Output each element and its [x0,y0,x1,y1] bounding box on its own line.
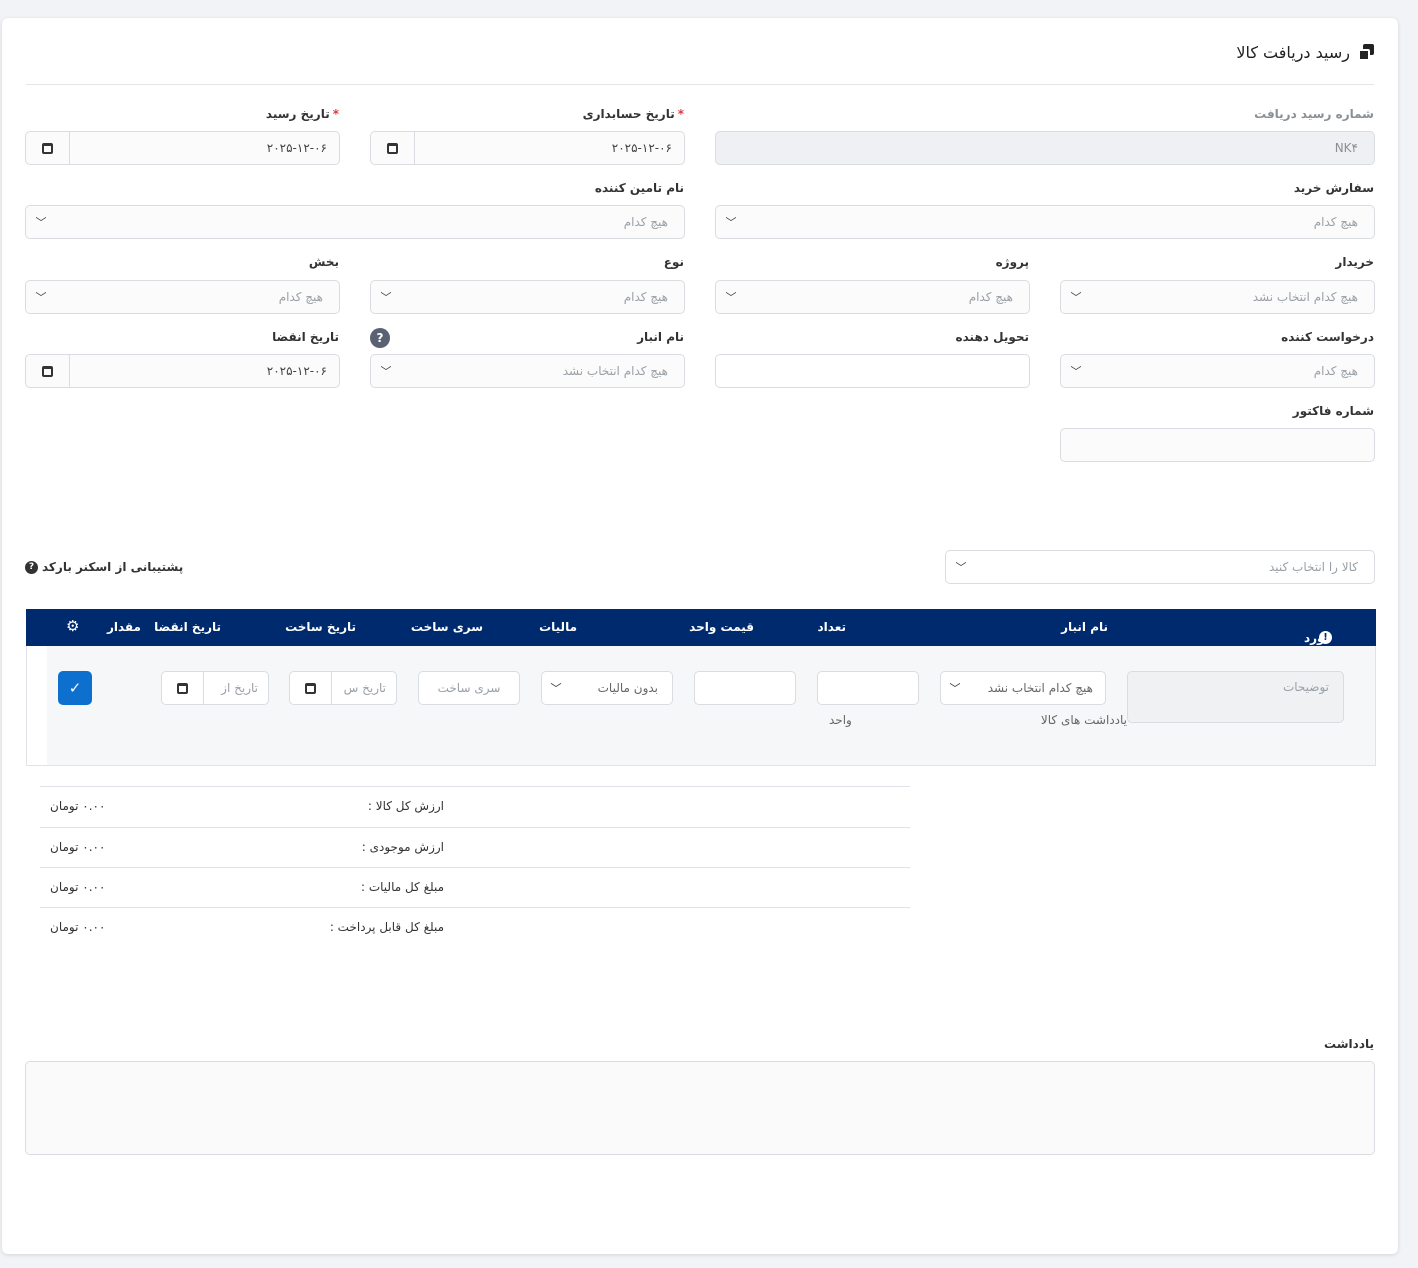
notes-label: یادداشت [1324,1037,1374,1051]
requester-select[interactable]: هیچ کدام ﹀ [1060,354,1375,388]
expiry-date-label: تاریخ انقضا [272,330,339,344]
requester-label: درخواست کننده [1281,330,1374,344]
title-divider [26,84,1374,85]
receipt-number-label: شماره رسید دریافت [1254,107,1374,121]
chevron-down-icon: ﹀ [725,216,737,229]
barcode-label: پشتیبانی از اسکنر بارکد [42,560,184,574]
accounting-date-label: *تاریخ حسابداری [582,107,684,121]
calendar-icon [42,142,53,154]
col-mfg-date: تاریخ ساخت [285,620,356,634]
project-label: پروژه [995,255,1029,269]
expiry-date-input[interactable]: تاریخ از [161,671,269,705]
unit-price-input[interactable] [694,671,796,705]
items-table-body: توضیحات هیچ کدام انتخاب نشد ﹀ یادداشت ها… [26,646,1376,766]
type-label: نوع [663,255,684,269]
page-title-text: رسید دریافت کالا [1236,42,1350,62]
quantity-input[interactable] [817,671,919,705]
expiry-date-field[interactable]: ۲۰۲۵-۱۲-۰۶ [25,354,340,388]
warehouse-label: نام انبار [637,330,684,344]
warehouse-select[interactable]: هیچ کدام انتخاب نشد ﹀ [370,354,685,388]
item-select[interactable]: کالا را انتخاب کنید ﹀ [945,550,1375,584]
page-title: رسید دریافت کالا [1236,40,1374,64]
receipt-card: رسید دریافت کالا شماره رسید دریافت NK۴ *… [2,18,1398,1254]
calendar-icon [387,142,398,154]
unit-label: واحد [829,713,852,727]
col-tax: مالیات [539,620,577,634]
receipt-date-field[interactable]: ۲۰۲۵-۱۲-۰۶ [25,131,340,165]
col-unit-price: قیمت واحد [689,620,754,634]
department-select[interactable]: هیچ کدام ﹀ [25,280,340,314]
tax-select[interactable]: بدون مالیات ﹀ [541,671,673,705]
type-select[interactable]: هیچ کدام ﹀ [370,280,685,314]
calendar-button[interactable] [371,132,415,164]
receipt-number-field: NK۴ [715,131,1375,165]
help-icon[interactable]: ? [25,560,38,574]
col-batch: سری ساخت [410,620,483,634]
table-row: توضیحات هیچ کدام انتخاب نشد ﹀ یادداشت ها… [47,646,1375,765]
check-icon: ✓ [68,679,82,697]
calendar-button[interactable] [26,132,70,164]
calendar-icon [42,365,53,377]
chevron-down-icon: ﹀ [35,291,47,304]
supplier-select[interactable]: هیچ کدام ﹀ [25,205,685,239]
help-icon[interactable]: ? [370,328,390,348]
invoice-number-label: شماره فاکتور [1292,404,1374,418]
confirm-row-button[interactable]: ✓ [58,671,92,705]
chevron-down-icon: ﹀ [1070,291,1082,304]
col-amount: مقدار [106,620,141,634]
chevron-down-icon: ﹀ [725,291,737,304]
accounting-date-field[interactable]: ۲۰۲۵-۱۲-۰۶ [370,131,685,165]
chevron-down-icon: ﹀ [949,682,961,695]
calendar-button[interactable] [26,355,70,387]
chevron-down-icon: ﹀ [550,682,562,695]
batch-input[interactable]: سری ساخت [418,671,520,705]
receipt-date-label: *تاریخ رسید [265,107,339,121]
supplier-label: نام تامین کننده [594,181,684,195]
copy-icon [1358,44,1374,61]
calendar-button[interactable] [162,672,204,704]
project-select[interactable]: هیچ کدام ﹀ [715,280,1030,314]
item-notes-label: یادداشت های کالا [1040,713,1127,727]
buyer-label: خریدار [1335,255,1374,269]
items-table-header: ! مورد نام انبار تعداد قیمت واحد مالیات س… [26,609,1376,646]
chevron-down-icon: ﹀ [380,291,392,304]
chevron-down-icon: ﹀ [35,216,47,229]
calendar-button[interactable] [290,672,332,704]
calendar-icon [177,682,188,694]
calendar-icon [305,682,316,694]
barcode-support: ? پشتیبانی از اسکنر بارکد [25,560,183,574]
col-warehouse: نام انبار [1061,620,1108,634]
col-expiry: تاریخ انقضا [154,620,221,634]
purchase-order-label: سفارش خرید [1293,181,1374,195]
summary-row: مبلغ کل مالیات : ۰.۰۰ تومان [40,867,910,907]
department-label: بخش [308,255,339,269]
description-input[interactable]: توضیحات [1127,671,1344,723]
chevron-down-icon: ﹀ [380,365,392,378]
invoice-number-input[interactable] [1060,428,1375,462]
gear-icon[interactable]: ⚙ [66,617,79,635]
summary-row: ارزش موجودی : ۰.۰۰ تومان [40,827,910,867]
col-quantity: تعداد [817,620,846,634]
purchase-order-select[interactable]: هیچ کدام ﹀ [715,205,1375,239]
summary-row: مبلغ کل قابل پرداخت : ۰.۰۰ تومان [40,907,910,947]
deliverer-label: تحویل دهنده [955,330,1029,344]
notes-textarea[interactable] [25,1061,1375,1155]
mfg-date-input[interactable]: تاریخ س [289,671,397,705]
buyer-select[interactable]: هیچ کدام انتخاب نشد ﹀ [1060,280,1375,314]
chevron-down-icon: ﹀ [955,561,967,574]
deliverer-input[interactable] [715,354,1030,388]
row-warehouse-select[interactable]: هیچ کدام انتخاب نشد ﹀ [940,671,1106,705]
chevron-down-icon: ﹀ [1070,365,1082,378]
summary-row: ارزش کل کالا : ۰.۰۰ تومان [40,786,910,826]
